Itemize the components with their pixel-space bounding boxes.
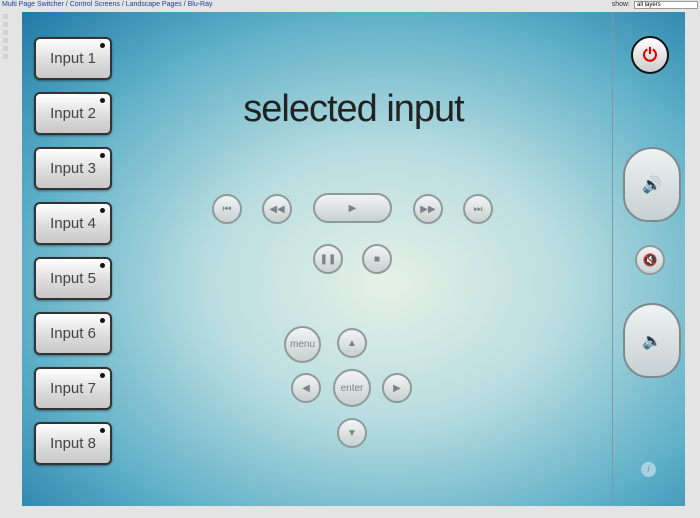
input-label: Input 6 [50,325,96,342]
mute-button[interactable]: 🔇 [635,245,665,275]
input-6-button[interactable]: Input 6 [34,312,112,355]
status-dot [100,428,105,433]
volume-up-button[interactable]: 🔊 [623,147,681,222]
status-dot [100,208,105,213]
top-bar: Multi Page Switcher / Control Screens / … [0,0,700,11]
up-button[interactable]: ▲ [337,328,367,358]
stop-button[interactable]: ■ [362,244,392,274]
input-label: Input 3 [50,160,96,177]
layers-select[interactable]: all layers [634,1,698,9]
input-label: Input 1 [50,50,96,67]
input-label: Input 4 [50,215,96,232]
status-dot [100,263,105,268]
volume-down-button[interactable]: 🔈 [623,303,681,378]
left-button[interactable]: ◀ [291,373,321,403]
info-icon[interactable]: i [641,462,656,477]
input-label: Input 8 [50,435,96,452]
input-label: Input 7 [50,380,96,397]
fast-forward-button[interactable]: ▶▶ [413,194,443,224]
divider [612,12,613,506]
breadcrumb[interactable]: Multi Page Switcher / Control Screens / … [2,1,213,8]
previous-button[interactable]: ⏮ [212,194,242,224]
menu-button[interactable]: menu [284,326,321,363]
right-button[interactable]: ▶ [382,373,412,403]
input-label: Input 5 [50,270,96,287]
input-5-button[interactable]: Input 5 [34,257,112,300]
input-4-button[interactable]: Input 4 [34,202,112,245]
play-button[interactable]: ▶ [313,193,392,223]
input-8-button[interactable]: Input 8 [34,422,112,465]
status-dot [100,318,105,323]
next-button[interactable]: ⏭ [463,194,493,224]
rewind-button[interactable]: ◀◀ [262,194,292,224]
input-7-button[interactable]: Input 7 [34,367,112,410]
power-button[interactable]: ⏻ [631,36,669,74]
input-3-button[interactable]: Input 3 [34,147,112,190]
enter-button[interactable]: enter [333,369,371,407]
status-dot [100,43,105,48]
control-panel: Input 1 Input 2 Input 3 Input 4 Input 5 Input… [22,12,685,506]
show-label: show: [611,1,630,8]
left-toolbar [3,14,9,62]
status-dot [100,373,105,378]
page-title: selected input [243,88,465,130]
pause-button[interactable]: ❚❚ [313,244,343,274]
down-button[interactable]: ▼ [337,418,367,448]
status-dot [100,153,105,158]
input-1-button[interactable]: Input 1 [34,37,112,80]
